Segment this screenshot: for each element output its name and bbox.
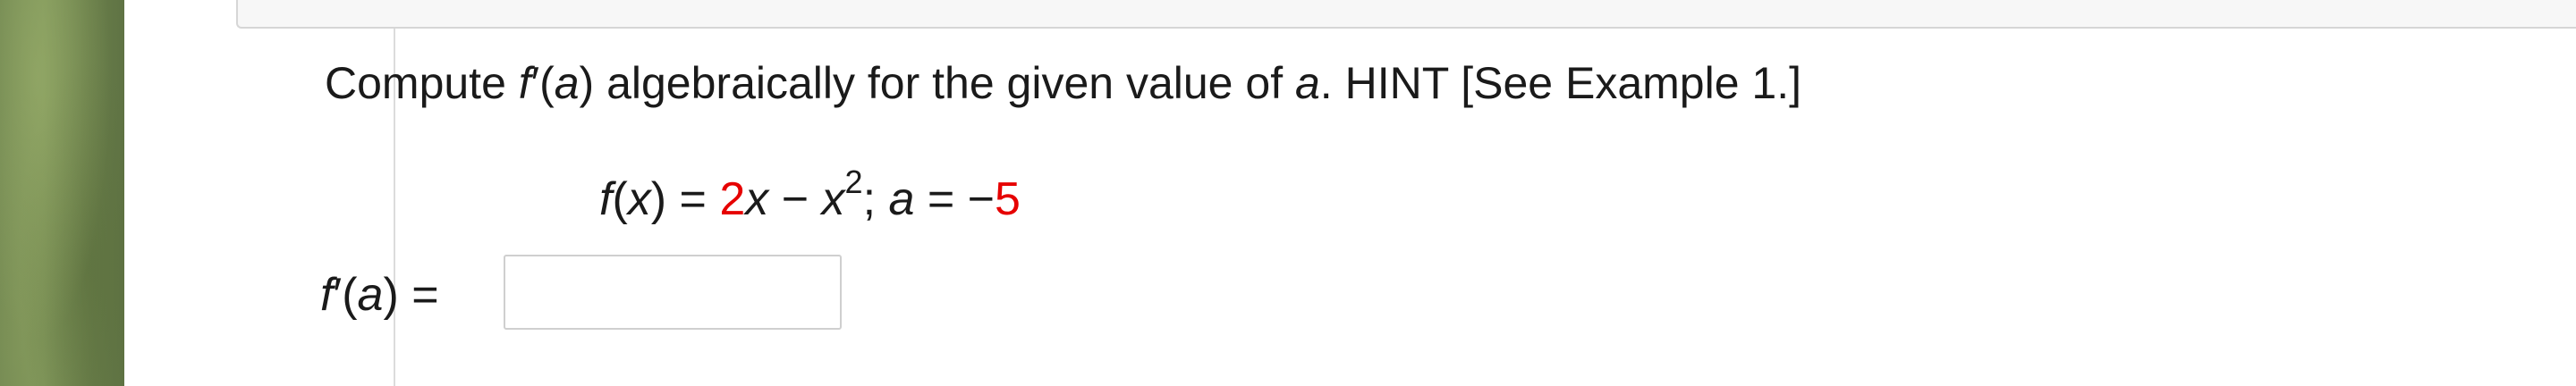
var-x-3: x (821, 173, 845, 225)
prompt-prime: ′( (530, 58, 555, 108)
paren-open: ( (612, 173, 628, 225)
a-value: 5 (995, 173, 1021, 225)
exponent: 2 (844, 163, 863, 200)
answer-var-a: a (357, 269, 384, 321)
answer-equals: ) = (383, 269, 439, 321)
previous-question-panel (236, 0, 2576, 29)
prompt-text-middle: ) algebraically for the given value of (579, 58, 1295, 108)
prompt-text-start: Compute (325, 58, 519, 108)
coefficient-value: 2 (719, 173, 746, 225)
prompt-var-a2: a (1294, 58, 1320, 108)
paren-close-equals: ) = (650, 173, 720, 225)
answer-f-symbol: f (320, 269, 334, 321)
question-prompt: Compute f′(a) algebraically for the give… (325, 52, 1801, 114)
function-expression: f(x) = 2x − x2; a = −5 (599, 165, 1021, 231)
function-name: f (599, 173, 613, 225)
var-x: x (627, 173, 651, 225)
answer-input[interactable] (504, 255, 842, 330)
answer-prime: ′( (333, 269, 358, 321)
prompt-hint-text: . HINT [See Example 1.] (1319, 58, 1801, 108)
separator: ; (862, 173, 889, 225)
answer-label: f′(a) = (320, 264, 439, 326)
prompt-f-symbol: f (518, 58, 531, 108)
var-a: a (888, 173, 915, 225)
equals-negative: = − (914, 173, 996, 225)
var-x-2: x (745, 173, 769, 225)
prompt-var-a: a (554, 58, 580, 108)
desktop-wallpaper (0, 0, 124, 386)
minus-sign: − (768, 173, 822, 225)
